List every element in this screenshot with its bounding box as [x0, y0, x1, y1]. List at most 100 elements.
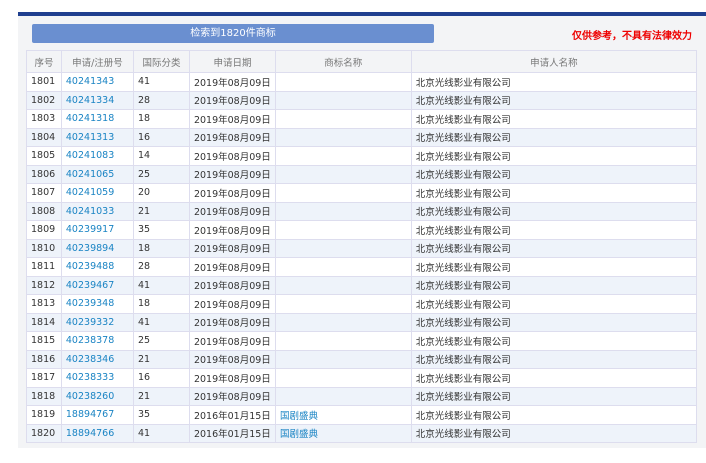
date-cell: 2016年01月15日	[188, 423, 276, 443]
registration-number-link[interactable]: 40239488	[60, 257, 135, 277]
class-cell: 25	[133, 164, 190, 184]
class-cell: 41	[133, 312, 190, 332]
applicant-cell: 北京光线影业有限公司	[410, 183, 698, 203]
serial-cell: 1810	[26, 238, 62, 258]
registration-number-link[interactable]: 40238333	[60, 368, 135, 388]
applicant-cell: 北京光线影业有限公司	[410, 423, 698, 443]
applicant-cell: 北京光线影业有限公司	[410, 201, 698, 221]
class-cell: 21	[133, 201, 190, 221]
class-cell: 35	[133, 220, 190, 240]
trademark-name-link	[274, 257, 412, 277]
registration-number-link[interactable]: 40241313	[60, 127, 135, 147]
registration-number-link[interactable]: 40238346	[60, 349, 135, 369]
trademark-name-link[interactable]: 国剧盛典	[274, 423, 412, 443]
registration-number-link[interactable]: 40238378	[60, 331, 135, 351]
table-row: 1811 40239488 28 2019年08月09日 北京光线影业有限公司	[26, 257, 698, 277]
search-result-button[interactable]: 检索到1820件商标	[32, 24, 434, 43]
class-cell: 20	[133, 183, 190, 203]
serial-cell: 1818	[26, 386, 62, 406]
serial-cell: 1811	[26, 257, 62, 277]
column-header: 申请/注册号	[60, 50, 135, 73]
registration-number-link[interactable]: 40241033	[60, 201, 135, 221]
registration-number-link[interactable]: 40239917	[60, 220, 135, 240]
date-cell: 2019年08月09日	[188, 127, 276, 147]
registration-number-link[interactable]: 40239348	[60, 294, 135, 314]
serial-cell: 1816	[26, 349, 62, 369]
table-row: 1809 40239917 35 2019年08月09日 北京光线影业有限公司	[26, 220, 698, 240]
serial-cell: 1812	[26, 275, 62, 295]
table-row: 1802 40241334 28 2019年08月09日 北京光线影业有限公司	[26, 90, 698, 110]
applicant-cell: 北京光线影业有限公司	[410, 127, 698, 147]
trademark-name-link	[274, 109, 412, 129]
date-cell: 2019年08月09日	[188, 201, 276, 221]
table-row: 1818 40238260 21 2019年08月09日 北京光线影业有限公司	[26, 386, 698, 406]
registration-number-link[interactable]: 40239332	[60, 312, 135, 332]
applicant-cell: 北京光线影业有限公司	[410, 275, 698, 295]
date-cell: 2019年08月09日	[188, 238, 276, 258]
applicant-cell: 北京光线影业有限公司	[410, 90, 698, 110]
registration-number-link[interactable]: 40238260	[60, 386, 135, 406]
serial-cell: 1808	[26, 201, 62, 221]
applicant-cell: 北京光线影业有限公司	[410, 294, 698, 314]
trademark-name-link	[274, 349, 412, 369]
table-row: 1817 40238333 16 2019年08月09日 北京光线影业有限公司	[26, 368, 698, 388]
registration-number-link[interactable]: 40241334	[60, 90, 135, 110]
applicant-cell: 北京光线影业有限公司	[410, 109, 698, 129]
serial-cell: 1803	[26, 109, 62, 129]
serial-cell: 1819	[26, 405, 62, 425]
serial-cell: 1814	[26, 312, 62, 332]
registration-number-link[interactable]: 40239894	[60, 238, 135, 258]
class-cell: 28	[133, 90, 190, 110]
table-row: 1808 40241033 21 2019年08月09日 北京光线影业有限公司	[26, 201, 698, 221]
applicant-cell: 北京光线影业有限公司	[410, 257, 698, 277]
registration-number-link[interactable]: 18894766	[60, 423, 135, 443]
registration-number-link[interactable]: 40241059	[60, 183, 135, 203]
registration-number-link[interactable]: 40241083	[60, 146, 135, 166]
registration-number-link[interactable]: 18894767	[60, 405, 135, 425]
serial-cell: 1809	[26, 220, 62, 240]
applicant-cell: 北京光线影业有限公司	[410, 349, 698, 369]
table-row: 1815 40238378 25 2019年08月09日 北京光线影业有限公司	[26, 331, 698, 351]
table-row: 1814 40239332 41 2019年08月09日 北京光线影业有限公司	[26, 312, 698, 332]
trademark-name-link	[274, 72, 412, 92]
serial-cell: 1806	[26, 164, 62, 184]
trademark-name-link	[274, 127, 412, 147]
date-cell: 2019年08月09日	[188, 164, 276, 184]
class-cell: 28	[133, 257, 190, 277]
date-cell: 2019年08月09日	[188, 109, 276, 129]
date-cell: 2019年08月09日	[188, 146, 276, 166]
registration-number-link[interactable]: 40241065	[60, 164, 135, 184]
trademark-name-link	[274, 331, 412, 351]
trademark-name-link	[274, 220, 412, 240]
table-row: 1813 40239348 18 2019年08月09日 北京光线影业有限公司	[26, 294, 698, 314]
trademark-name-link	[274, 146, 412, 166]
date-cell: 2019年08月09日	[188, 257, 276, 277]
class-cell: 18	[133, 294, 190, 314]
applicant-cell: 北京光线影业有限公司	[410, 146, 698, 166]
applicant-cell: 北京光线影业有限公司	[410, 220, 698, 240]
registration-number-link[interactable]: 40239467	[60, 275, 135, 295]
column-header: 国际分类	[133, 50, 190, 73]
class-cell: 14	[133, 146, 190, 166]
class-cell: 18	[133, 238, 190, 258]
serial-cell: 1805	[26, 146, 62, 166]
table-row: 1803 40241318 18 2019年08月09日 北京光线影业有限公司	[26, 109, 698, 129]
serial-cell: 1820	[26, 423, 62, 443]
date-cell: 2019年08月09日	[188, 275, 276, 295]
registration-number-link[interactable]: 40241318	[60, 109, 135, 129]
disclaimer: 仅供参考，不具有法律效力	[572, 31, 692, 42]
trademark-name-link	[274, 201, 412, 221]
serial-cell: 1817	[26, 368, 62, 388]
serial-cell: 1807	[26, 183, 62, 203]
table-row: 1810 40239894 18 2019年08月09日 北京光线影业有限公司	[26, 238, 698, 258]
serial-cell: 1802	[26, 90, 62, 110]
applicant-cell: 北京光线影业有限公司	[410, 386, 698, 406]
registration-number-link[interactable]: 40241343	[60, 72, 135, 92]
applicant-cell: 北京光线影业有限公司	[410, 312, 698, 332]
class-cell: 21	[133, 349, 190, 369]
trademark-name-link[interactable]: 国剧盛典	[274, 405, 412, 425]
trademark-name-link	[274, 294, 412, 314]
date-cell: 2019年08月09日	[188, 294, 276, 314]
class-cell: 41	[133, 423, 190, 443]
applicant-cell: 北京光线影业有限公司	[410, 331, 698, 351]
